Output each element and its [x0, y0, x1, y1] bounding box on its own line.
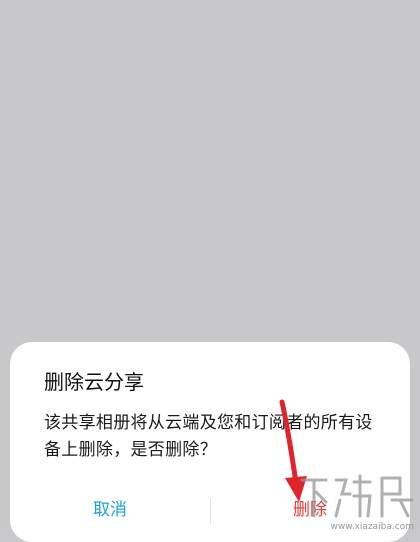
cancel-button[interactable]: 取消: [10, 490, 210, 530]
watermark-url: www.xiazaiba.com: [330, 522, 414, 532]
dialog-title: 删除云分享: [44, 370, 144, 394]
dialog-message: 该共享相册将从云端及您和订阅者的所有设备上删除，是否删除？: [44, 413, 373, 460]
watermark-logo: www.xiazaiba.com: [300, 474, 414, 532]
